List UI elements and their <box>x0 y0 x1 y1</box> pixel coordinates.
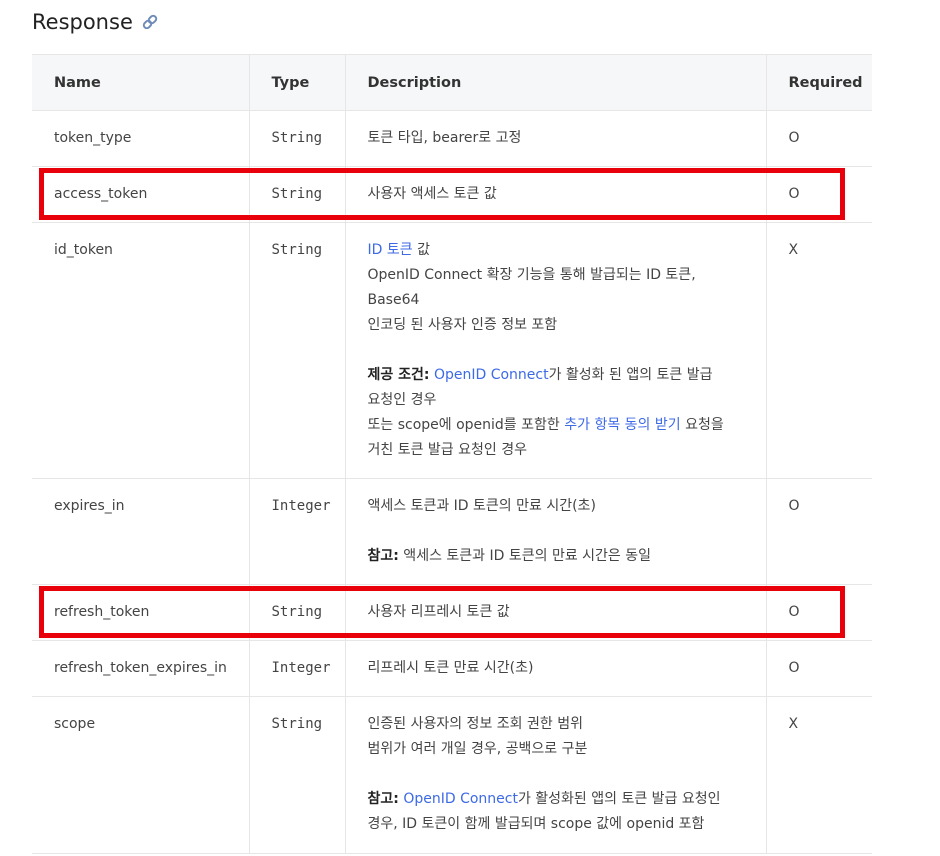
param-type: String <box>249 110 346 167</box>
param-description: 리프레시 토큰 만료 시간(초) <box>345 640 767 697</box>
column-header-description: Description <box>345 54 767 111</box>
link-icon-glyph <box>142 14 158 30</box>
column-header-required: Required <box>766 54 872 111</box>
note-label: 참고: <box>367 548 399 564</box>
description-text: 토큰 타입, bearer로 고정 <box>367 130 522 146</box>
param-name: token_type <box>32 110 250 167</box>
description-line: 사용자 액세스 토큰 값 <box>368 182 744 207</box>
param-name: refresh_token_expires_in <box>32 640 250 697</box>
param-name: refresh_token <box>32 584 250 641</box>
description-line: ID 토큰 값 <box>368 238 744 263</box>
description-text: 가 활성화 된 앱의 토큰 발급 <box>548 367 713 383</box>
param-name: access_token <box>32 166 250 223</box>
description-text: 가 활성화된 앱의 토큰 발급 요청인 <box>517 791 721 807</box>
param-required: O <box>766 584 872 641</box>
section-title: Response <box>32 10 133 34</box>
description-text: 인증된 사용자의 정보 조회 권한 범위 <box>367 716 583 732</box>
description-line: 경우, ID 토큰이 함께 발급되며 scope 값에 openid 포함 <box>368 812 744 837</box>
param-type: String <box>249 696 346 854</box>
description-line: 범위가 여러 개일 경우, 공백으로 구분 <box>368 737 744 762</box>
param-type: Integer <box>249 640 346 697</box>
param-required: O <box>766 166 872 223</box>
param-type: Integer <box>249 478 346 585</box>
table-row: id_token String ID 토큰 값 OpenID Connect 확장 기… <box>32 222 872 479</box>
description-line: 사용자 리프레시 토큰 값 <box>368 600 744 625</box>
description-line: 참고: OpenID Connect가 활성화된 앱의 토큰 발급 요청인 <box>368 787 744 812</box>
param-name: expires_in <box>32 478 250 585</box>
param-required: X <box>766 222 872 479</box>
description-text: 사용자 액세스 토큰 값 <box>367 186 497 202</box>
description-text: 사용자 리프레시 토큰 값 <box>367 604 510 620</box>
table-header-row: Name Type Description Required <box>32 54 872 111</box>
param-type: String <box>249 222 346 479</box>
param-description: 액세스 토큰과 ID 토큰의 만료 시간(초) 참고: 액세스 토큰과 ID 토큰… <box>345 478 767 585</box>
description-line: 거친 토큰 발급 요청인 경우 <box>368 438 744 463</box>
description-text: 요청을 <box>680 417 724 433</box>
param-required: O <box>766 478 872 585</box>
doc-link[interactable]: OpenID Connect <box>434 367 549 383</box>
description-text: 요청인 경우 <box>367 392 437 408</box>
param-description: 토큰 타입, bearer로 고정 <box>345 110 767 167</box>
description-line: 또는 scope에 openid를 포함한 추가 항목 동의 받기 요청을 <box>368 413 744 438</box>
param-description: 사용자 액세스 토큰 값 <box>345 166 767 223</box>
table-row: expires_in Integer 액세스 토큰과 ID 토큰의 만료 시간(초)… <box>32 478 872 585</box>
table-row: token_type String 토큰 타입, bearer로 고정 O <box>32 110 872 167</box>
description-text: 값 <box>412 242 430 258</box>
param-required: X <box>766 696 872 854</box>
table-row: scope String 인증된 사용자의 정보 조회 권한 범위 범위가 여러 개일… <box>32 696 872 854</box>
description-line: 요청인 경우 <box>368 388 744 413</box>
table-row: access_token String 사용자 액세스 토큰 값 O <box>32 166 872 223</box>
description-text: 액세스 토큰과 ID 토큰의 만료 시간(초) <box>367 498 596 514</box>
description-text: 범위가 여러 개일 경우, 공백으로 구분 <box>367 741 588 757</box>
param-type: String <box>249 166 346 223</box>
table-row: refresh_token String 사용자 리프레시 토큰 값 O <box>32 584 872 641</box>
link-icon[interactable] <box>141 13 159 31</box>
note-label: 참고: <box>367 791 399 807</box>
description-text: 거친 토큰 발급 요청인 경우 <box>367 442 527 458</box>
column-header-name: Name <box>32 54 250 111</box>
description-text: 경우, ID 토큰이 함께 발급되며 scope 값에 openid 포함 <box>367 816 705 832</box>
table-row: refresh_token_expires_in Integer 리프레시 토큰 만… <box>32 640 872 697</box>
description-text: 리프레시 토큰 만료 시간(초) <box>367 660 534 676</box>
param-description: 사용자 리프레시 토큰 값 <box>345 584 767 641</box>
param-name: scope <box>32 696 250 854</box>
description-text: 인코딩 된 사용자 인증 정보 포함 <box>367 317 558 333</box>
doc-link[interactable]: 추가 항목 동의 받기 <box>564 417 680 433</box>
description-line: 토큰 타입, bearer로 고정 <box>368 126 744 151</box>
description-line: 액세스 토큰과 ID 토큰의 만료 시간(초) <box>368 494 744 519</box>
param-description: ID 토큰 값 OpenID Connect 확장 기능을 통해 발급되는 ID … <box>345 222 767 479</box>
description-text: OpenID Connect 확장 기능을 통해 발급되는 ID 토큰, Bas… <box>367 267 696 308</box>
param-type: String <box>249 584 346 641</box>
doc-link[interactable]: ID 토큰 <box>368 242 413 258</box>
description-line: OpenID Connect 확장 기능을 통해 발급되는 ID 토큰, Bas… <box>368 263 744 313</box>
param-required: O <box>766 110 872 167</box>
description-text: 또는 scope에 openid를 포함한 <box>367 417 565 433</box>
note-label: 제공 조건: <box>367 367 430 383</box>
description-line: 인코딩 된 사용자 인증 정보 포함 <box>368 313 744 338</box>
table-body: token_type String 토큰 타입, bearer로 고정 Oaccess… <box>32 110 872 854</box>
param-name: id_token <box>32 222 250 479</box>
description-line: 참고: 액세스 토큰과 ID 토큰의 만료 시간은 동일 <box>368 544 744 569</box>
column-header-type: Type <box>249 54 346 111</box>
description-text: 액세스 토큰과 ID 토큰의 만료 시간은 동일 <box>398 548 651 564</box>
param-description: 인증된 사용자의 정보 조회 권한 범위범위가 여러 개일 경우, 공백으로 구… <box>345 696 767 854</box>
description-line: 리프레시 토큰 만료 시간(초) <box>368 656 744 681</box>
doc-link[interactable]: OpenID Connect <box>403 791 518 807</box>
response-table: Name Type Description Required token_typ… <box>32 54 872 854</box>
description-line: 제공 조건: OpenID Connect가 활성화 된 앱의 토큰 발급 <box>368 363 744 388</box>
section-heading: Response <box>32 4 159 40</box>
description-line: 인증된 사용자의 정보 조회 권한 범위 <box>368 712 744 737</box>
param-required: O <box>766 640 872 697</box>
